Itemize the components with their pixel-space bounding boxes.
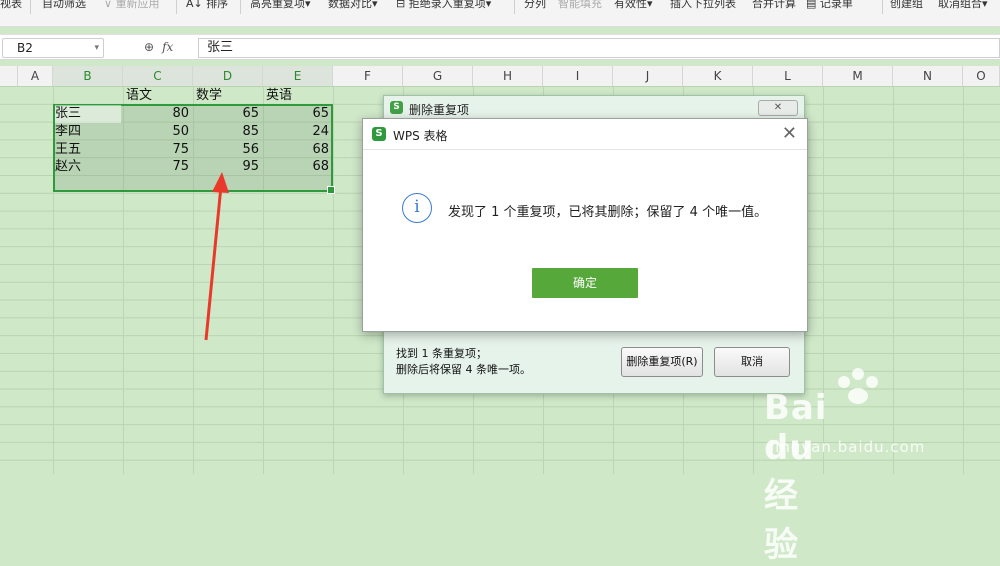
message-dialog: S WPS 表格 ✕ i 发现了 1 个重复项，已将其删除；保留了 4 个唯一值…: [362, 118, 808, 332]
dialog-title: 删除重复项: [409, 103, 470, 117]
info-icon: i: [402, 193, 432, 223]
dialog-header: S WPS 表格 ✕: [363, 119, 807, 150]
ok-button[interactable]: 确定: [532, 268, 638, 298]
close-icon[interactable]: ✕: [782, 124, 797, 144]
wps-sheet-icon: S: [390, 101, 403, 114]
dialog-title: WPS 表格: [393, 129, 448, 143]
duplicate-summary: 找到 1 条重复项； 删除后将保留 4 条唯一项。: [396, 347, 531, 376]
baidu-logo: Bai du 经验: [764, 388, 828, 565]
remove-duplicates-button[interactable]: 删除重复项(R): [621, 347, 703, 377]
wps-sheet-icon: S: [372, 127, 386, 141]
close-button[interactable]: ✕: [758, 100, 798, 116]
watermark-url: jingyan.baidu.com: [770, 438, 926, 456]
dialog-message: 发现了 1 个重复项，已将其删除；保留了 4 个唯一值。: [448, 205, 768, 220]
